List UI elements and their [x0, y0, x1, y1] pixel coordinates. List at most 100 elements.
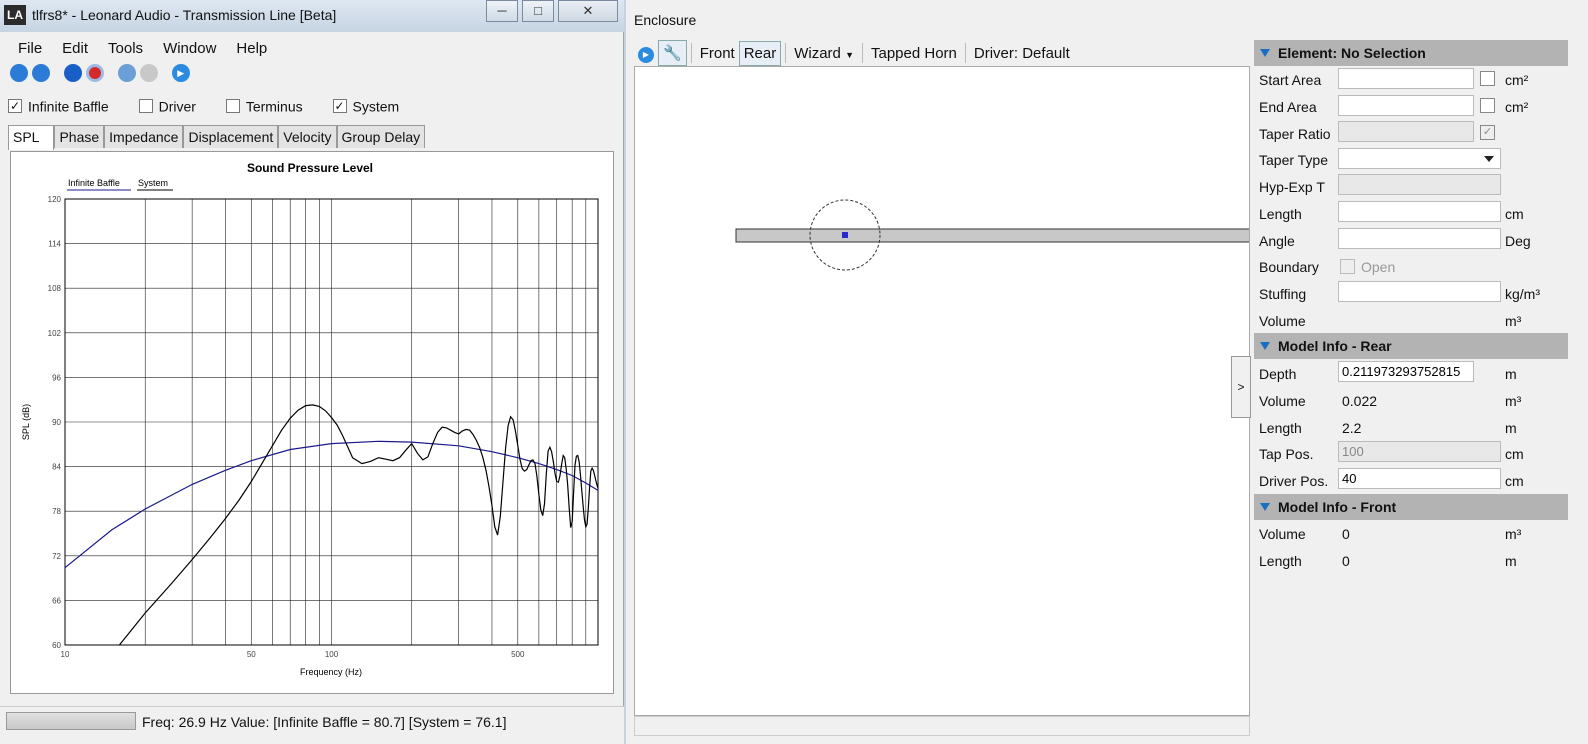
wrench-icon: 🔧: [663, 45, 682, 62]
depth-input[interactable]: [1338, 361, 1474, 382]
y-tick-label: 90: [52, 418, 61, 427]
volume-unit: m³: [1505, 313, 1522, 329]
start-area-checkbox[interactable]: [1480, 71, 1495, 86]
end-area-checkbox[interactable]: [1480, 98, 1495, 113]
expand-triangle-icon: [1260, 342, 1270, 350]
front-length-unit: m: [1505, 553, 1517, 569]
play-icon[interactable]: ▶: [171, 64, 190, 82]
tab-velocity[interactable]: Velocity: [278, 125, 337, 148]
driver-pos-input[interactable]: [1338, 468, 1501, 489]
angle-input[interactable]: [1338, 228, 1501, 249]
menu-file[interactable]: File: [8, 36, 52, 61]
taper-type-select[interactable]: [1338, 148, 1501, 169]
rear-section-header[interactable]: Model Info - Rear: [1254, 333, 1568, 359]
hyp-exp-t-label: Hyp-Exp T: [1259, 179, 1325, 195]
new-icon[interactable]: [10, 64, 28, 82]
element-section-header[interactable]: Element: No Selection: [1254, 40, 1568, 66]
x-tick-label: 10: [61, 650, 70, 659]
stuffing-unit: kg/m³: [1505, 286, 1540, 302]
separator: [964, 43, 966, 63]
tab-displacement[interactable]: Displacement: [183, 125, 279, 148]
run-button[interactable]: ▶: [634, 41, 658, 66]
transmission-line-element[interactable]: [735, 228, 1257, 243]
length-input[interactable]: [1338, 201, 1501, 222]
spl-chart-panel[interactable]: Sound Pressure Level Infinite Baffle Sys…: [10, 151, 614, 694]
checkbox-empty-icon: [138, 98, 153, 113]
check-system[interactable]: ✓ System: [332, 97, 399, 114]
menu-window[interactable]: Window: [153, 36, 226, 61]
collapse-panel-button[interactable]: >: [1231, 356, 1251, 418]
separator: [690, 43, 692, 63]
minimize-button[interactable]: ─: [486, 0, 518, 22]
settings-button[interactable]: 🔧: [658, 40, 687, 66]
stuffing-label: Stuffing: [1259, 286, 1307, 302]
length-unit: cm: [1505, 206, 1524, 222]
check-driver[interactable]: Driver: [138, 97, 196, 114]
checkbox-checked-icon: ✓: [8, 98, 22, 113]
canvas-scrollbar[interactable]: [634, 716, 1250, 736]
dropdown-arrow-icon: [1484, 156, 1494, 162]
rear-button[interactable]: Rear: [738, 40, 782, 66]
open-icon[interactable]: [32, 64, 50, 82]
element-header-label: Element: No Selection: [1278, 45, 1426, 61]
step-back-icon[interactable]: [117, 64, 136, 82]
front-header-label: Model Info - Front: [1278, 499, 1397, 515]
angle-unit: Deg: [1505, 233, 1531, 249]
depth-unit: m: [1505, 366, 1517, 382]
y-tick-label: 120: [48, 195, 62, 204]
wizard-button[interactable]: Wizard ▼: [790, 42, 858, 65]
driver-handle[interactable]: [842, 232, 848, 238]
hyp-exp-t-input: [1338, 174, 1501, 195]
title-bar[interactable]: LA tlfrs8* - Leonard Audio - Transmissio…: [0, 0, 624, 32]
legend-system: System: [138, 178, 168, 188]
maximize-button[interactable]: □: [522, 0, 554, 22]
checkbox-empty-icon: [225, 98, 240, 113]
start-area-input[interactable]: [1338, 68, 1474, 89]
volume-label: Volume: [1259, 313, 1306, 329]
tab-group-delay[interactable]: Group Delay: [336, 125, 426, 148]
step-forward-icon[interactable]: [139, 64, 158, 82]
rear-length-value: 2.2: [1342, 420, 1362, 436]
taper-ratio-checkbox: ✓: [1480, 125, 1495, 140]
spl-chart[interactable]: Sound Pressure Level Infinite Baffle Sys…: [11, 152, 613, 693]
y-tick-label: 96: [52, 373, 61, 382]
stuffing-input[interactable]: [1338, 281, 1501, 302]
check-infinite-baffle[interactable]: ✓ Infinite Baffle: [8, 97, 109, 114]
maximize-icon: □: [534, 3, 542, 18]
y-tick-label: 114: [48, 240, 61, 249]
y-tick-label: 108: [48, 284, 62, 293]
record-red-icon[interactable]: [85, 64, 104, 82]
taper-ratio-input: [1338, 121, 1474, 142]
close-button[interactable]: ✕: [558, 0, 618, 22]
series-line-system: [118, 404, 599, 646]
menu-edit[interactable]: Edit: [52, 36, 98, 61]
driver-pos-unit: cm: [1505, 473, 1524, 489]
front-volume-unit: m³: [1505, 526, 1522, 542]
front-section-header[interactable]: Model Info - Front: [1254, 494, 1568, 520]
y-tick-label: 66: [52, 596, 61, 605]
record-blue-icon[interactable]: [63, 64, 82, 82]
curve-visibility-checks: ✓ Infinite Baffle Driver Terminus ✓ System: [8, 96, 620, 118]
properties-panel: [1254, 40, 1588, 744]
end-area-unit: cm²: [1505, 99, 1529, 115]
separator: [785, 43, 787, 63]
tab-phase[interactable]: Phase: [54, 125, 105, 148]
x-tick-label: 100: [325, 650, 339, 659]
tab-impedance[interactable]: Impedance: [104, 125, 184, 148]
tap-pos-input: [1338, 441, 1501, 462]
tab-spl[interactable]: SPL: [8, 125, 55, 150]
end-area-input[interactable]: [1338, 95, 1474, 116]
enclosure-toolbar: ▶ 🔧 Front Rear Wizard ▼ Tapped Horn Driver: De…: [634, 40, 1252, 66]
x-tick-label: 50: [247, 650, 256, 659]
enclosure-canvas[interactable]: [634, 66, 1257, 716]
legend-infinite-baffle: Infinite Baffle: [68, 178, 120, 188]
rear-length-label: Length: [1259, 420, 1302, 436]
menu-help[interactable]: Help: [226, 36, 277, 61]
check-terminus[interactable]: Terminus: [225, 97, 303, 114]
driver-button[interactable]: Driver: Default: [970, 42, 1074, 65]
tapped-horn-button[interactable]: Tapped Horn: [867, 42, 961, 65]
separator: [861, 43, 863, 63]
menu-tools[interactable]: Tools: [98, 36, 153, 61]
front-button[interactable]: Front: [696, 42, 739, 65]
tap-pos-unit: cm: [1505, 446, 1524, 462]
